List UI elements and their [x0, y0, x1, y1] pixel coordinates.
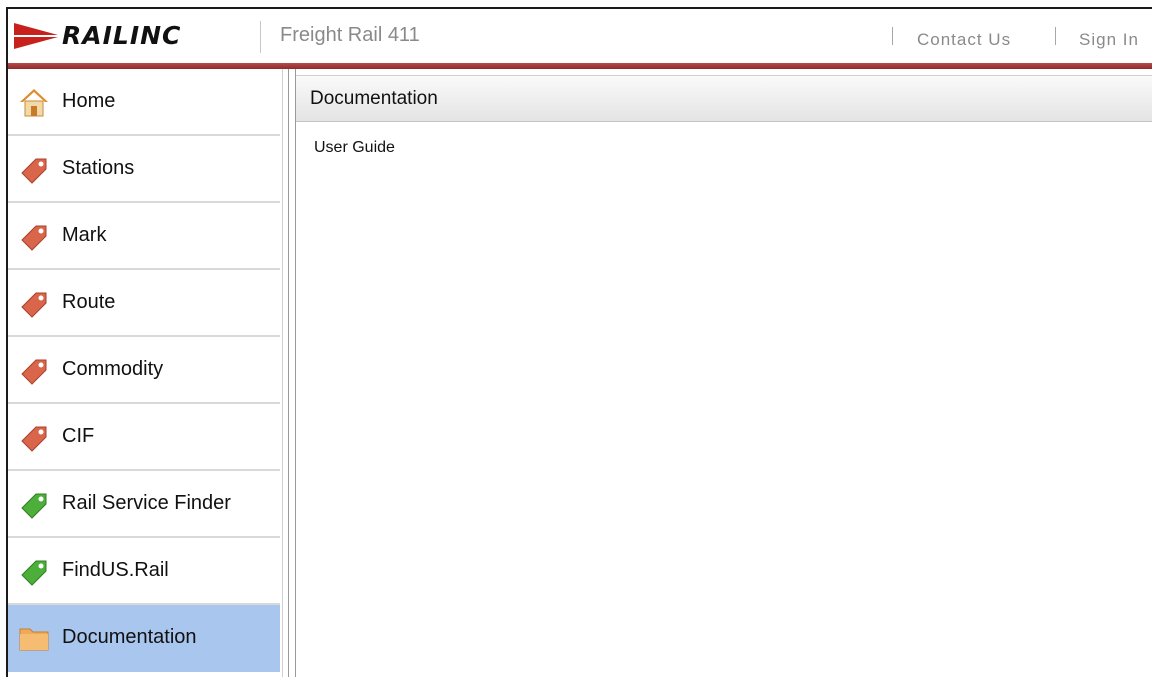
home-icon	[18, 86, 50, 118]
sidebar-item-label: Commodity	[62, 358, 164, 380]
sidebar-item-home[interactable]: Home	[8, 69, 280, 136]
sidebar-item-cif[interactable]: CIF	[8, 404, 280, 471]
tag-icon	[18, 354, 50, 386]
nav-divider	[892, 27, 893, 45]
sidebar-item-label: CIF	[62, 425, 95, 447]
sidebar-item-route[interactable]: Route	[8, 270, 280, 337]
sidebar-item-label: Mark	[62, 224, 107, 246]
tag-icon	[18, 220, 50, 252]
tag-icon	[18, 153, 50, 185]
sidebar-item-label: Route	[62, 291, 116, 313]
sidebar-item-mark[interactable]: Mark	[8, 203, 280, 270]
tag-icon	[18, 287, 50, 319]
sidebar: Home Stations Mark Route Commodity CIF R…	[8, 69, 289, 677]
tag-icon	[18, 421, 50, 453]
nav-divider	[1055, 27, 1056, 45]
logo-divider	[260, 21, 261, 53]
contact-us-link[interactable]: Contact Us	[917, 30, 1011, 50]
sidebar-item-label: FindUS.Rail	[62, 559, 169, 581]
folder-icon	[18, 622, 50, 654]
content-header: Documentation	[296, 75, 1152, 122]
sidebar-item-documentation[interactable]: Documentation	[8, 605, 280, 672]
railinc-logo[interactable]: RAILINC	[14, 20, 181, 52]
user-guide-link[interactable]: User Guide	[314, 139, 395, 157]
page-title: Documentation	[310, 88, 438, 109]
sidebar-item-rail-service-finder[interactable]: Rail Service Finder	[8, 471, 280, 538]
sign-in-link[interactable]: Sign In	[1079, 30, 1139, 50]
sidebar-item-commodity[interactable]: Commodity	[8, 337, 280, 404]
sidebar-item-findus-rail[interactable]: FindUS.Rail	[8, 538, 280, 605]
sidebar-item-stations[interactable]: Stations	[8, 136, 280, 203]
main-content: Documentation User Guide	[295, 69, 1152, 677]
green-tag-icon	[18, 555, 50, 587]
app-window: RAILINC Freight Rail 411 Contact Us Sign…	[6, 7, 1152, 677]
green-tag-icon	[18, 488, 50, 520]
logo-text: RAILINC	[62, 21, 182, 50]
app-title: Freight Rail 411	[280, 24, 420, 46]
sidebar-item-label: Documentation	[62, 626, 197, 648]
sidebar-item-label: Rail Service Finder	[62, 492, 231, 514]
header: RAILINC Freight Rail 411 Contact Us Sign…	[8, 9, 1152, 63]
sidebar-item-label: Home	[62, 90, 116, 112]
sidebar-item-label: Stations	[62, 157, 135, 179]
railinc-logo-icon	[14, 23, 58, 49]
